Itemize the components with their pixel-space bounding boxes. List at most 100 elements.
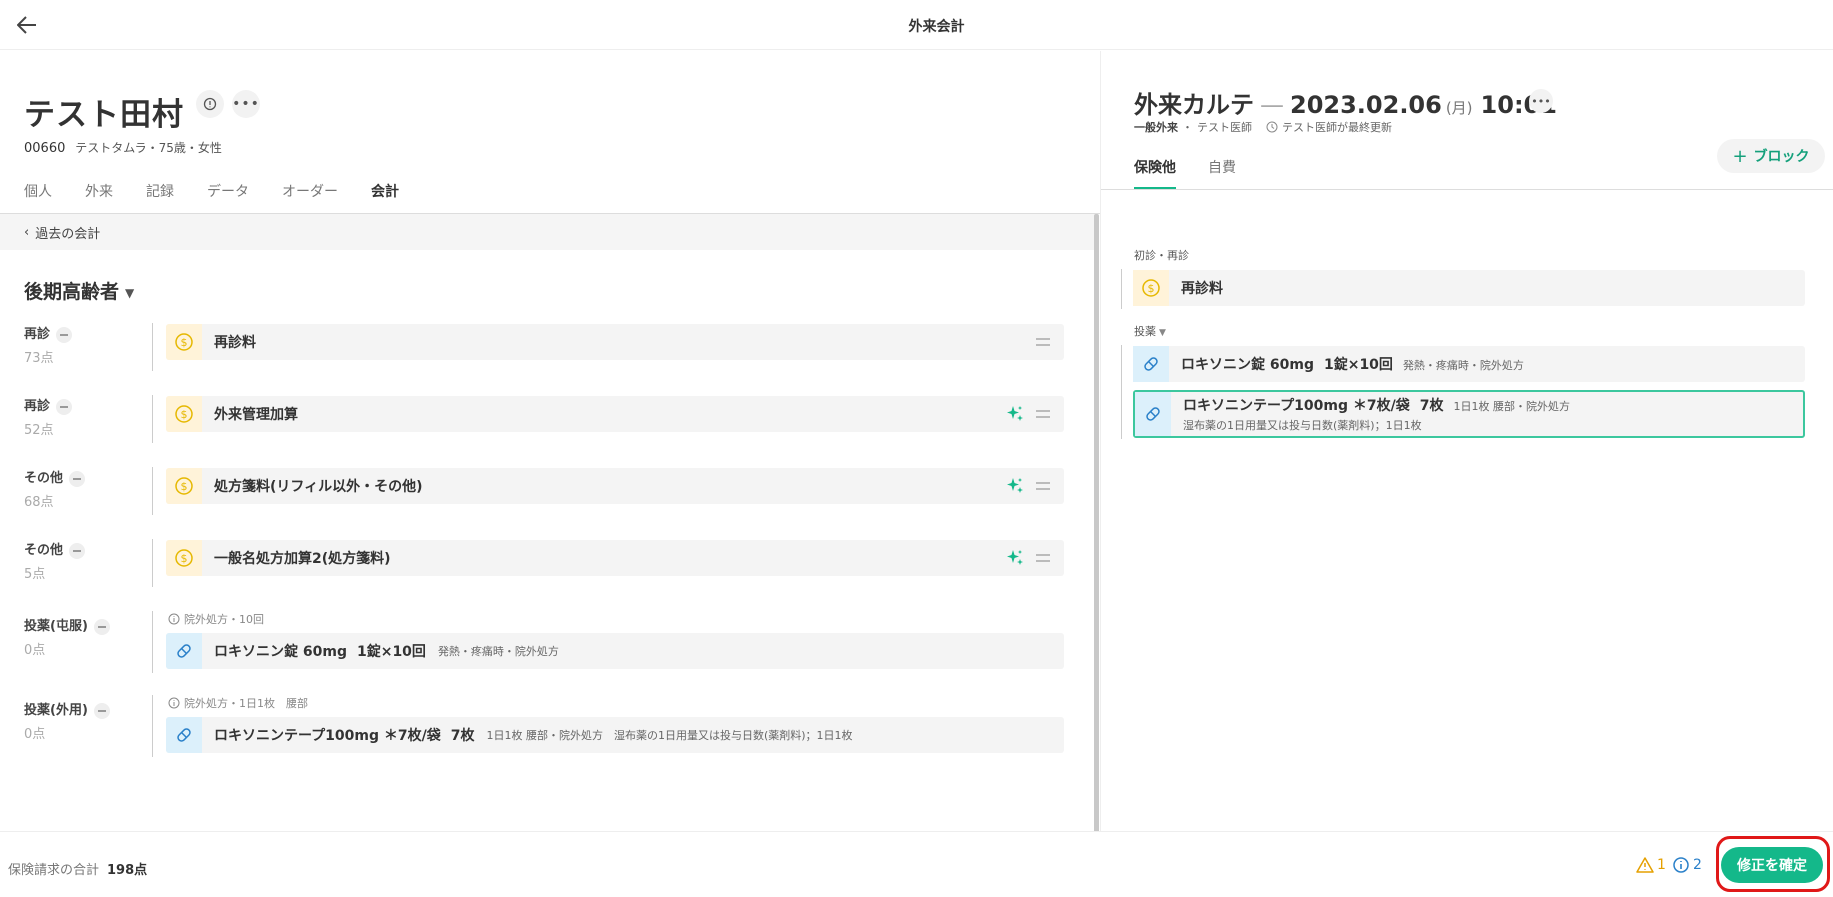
tab-orders[interactable]: オーダー — [282, 181, 338, 215]
patient-name: テスト田村 — [24, 97, 184, 133]
group-divider — [1121, 345, 1122, 439]
tab-outpatient[interactable]: 外来 — [85, 181, 113, 215]
row-divider — [152, 395, 153, 443]
insurance-total: 保険請求の合計 198点 — [8, 859, 147, 878]
billing-item[interactable]: $ 一般名処方加算2(処方箋料) — [166, 540, 1064, 576]
coin-icon: $ — [166, 324, 202, 360]
billing-row: 再診 73点 $ 再診料 — [24, 323, 1064, 373]
row-category: その他 — [24, 543, 64, 558]
coin-icon: $ — [1133, 270, 1169, 306]
karte-dash: — — [1260, 91, 1284, 119]
pill-icon — [166, 633, 202, 669]
billing-item[interactable]: $ 外来管理加算 — [166, 396, 1064, 432]
drag-handle-icon[interactable] — [1036, 338, 1050, 346]
karte-item[interactable]: $ 再診料 — [1133, 270, 1805, 306]
billing-item[interactable]: $ 処方箋料(リフィル以外・その他) — [166, 468, 1064, 504]
billing-item[interactable]: ロキソニンテープ100mg ＊7枚/袋 7枚 1日1枚 腰部・院外処方 湿布薬の… — [166, 717, 1064, 753]
order-note: 院外処方・10回 — [168, 611, 264, 627]
info-count: 2 — [1693, 857, 1702, 873]
row-category: 再診 — [24, 327, 51, 342]
warning-indicator[interactable]: 1 — [1636, 857, 1666, 873]
billing-row: その他 68点 $ 処方箋料(リフィル以外・その他) — [24, 467, 1064, 517]
billing-item[interactable]: ロキソニン錠 60mg 1錠×10回 発熱・疼痛時・院外処方 — [166, 633, 1064, 669]
svg-text:$: $ — [181, 336, 188, 349]
tab-records[interactable]: 記録 — [146, 181, 174, 215]
row-divider — [152, 539, 153, 587]
billing-row: 再診 52点 $ 外来管理加算 — [24, 395, 1064, 445]
page-title: 外来会計 — [908, 19, 965, 35]
drag-handle-icon[interactable] — [1036, 554, 1050, 562]
more-dots-icon: ••• — [1531, 94, 1551, 108]
add-block-button[interactable]: + ブロック — [1717, 139, 1825, 173]
patient-more-button[interactable]: ••• — [232, 90, 260, 118]
sparkle-icon[interactable] — [1006, 549, 1024, 567]
sparkle-icon[interactable] — [1006, 477, 1024, 495]
billing-item-label: 処方箋料(リフィル以外・その他) — [214, 479, 423, 495]
past-accounting-link[interactable]: ‹ 過去の会計 — [0, 214, 1097, 250]
billing-item-dose: 7枚 — [450, 728, 475, 744]
order-note-text: 院外処方・10回 — [184, 613, 264, 626]
patient-alert-button[interactable] — [196, 90, 224, 118]
patient-id: 00660 — [24, 141, 66, 156]
karte-item-dose: 1錠×10回 — [1323, 357, 1393, 373]
karte-item[interactable]: ロキソニン錠 60mg 1錠×10回 発熱・疼痛時・院外処方 — [1133, 346, 1805, 382]
more-dots-icon: ••• — [232, 96, 260, 112]
info-icon — [168, 613, 180, 625]
tab-insurance[interactable]: 保険他 — [1134, 157, 1176, 189]
pill-icon — [1133, 346, 1169, 382]
remove-icon[interactable] — [56, 398, 73, 415]
billing-row: その他 5点 $ 一般名処方加算2(処方箋料) — [24, 539, 1064, 589]
svg-text:$: $ — [1148, 282, 1155, 295]
remove-icon[interactable] — [56, 326, 73, 343]
order-note: 院外処方・1日1枚 腰部 — [168, 695, 308, 711]
billing-item[interactable]: $ 再診料 — [166, 324, 1064, 360]
info-indicator[interactable]: 2 — [1673, 857, 1702, 873]
karte-updated-by: テスト医師 — [1282, 121, 1337, 134]
remove-icon[interactable] — [69, 542, 86, 559]
patient-details: テストタムラ・75歳・女性 — [75, 141, 222, 155]
remove-icon[interactable] — [69, 470, 86, 487]
tab-accounting[interactable]: 会計 — [371, 181, 399, 215]
row-divider — [152, 611, 153, 673]
remove-icon[interactable] — [93, 702, 110, 719]
scrollbar[interactable] — [1094, 214, 1099, 831]
plus-icon: + — [1732, 145, 1748, 167]
drag-handle-icon[interactable] — [1036, 482, 1050, 490]
group-label-first-visit: 初診・再診 — [1134, 249, 1189, 262]
row-divider — [152, 467, 153, 515]
karte-doctor: テスト医師 — [1197, 121, 1252, 134]
patient-info: 00660 テストタムラ・75歳・女性 — [24, 139, 222, 156]
row-points: 0点 — [24, 643, 46, 658]
top-bar: 外来会計 — [0, 0, 1833, 50]
coin-icon: $ — [166, 396, 202, 432]
confirm-changes-button[interactable]: 修正を確定 — [1721, 847, 1823, 883]
tab-self-pay[interactable]: 自費 — [1208, 157, 1236, 189]
svg-text:$: $ — [181, 480, 188, 493]
karte-more-button[interactable]: ••• — [1529, 89, 1553, 113]
group-label-medication[interactable]: 投薬 ▼ — [1134, 323, 1166, 339]
karte-meta: 一般外来・テスト医師 テスト医師 が最終更新 — [1134, 121, 1392, 134]
alert-bubble-icon — [203, 97, 217, 111]
row-divider — [152, 695, 153, 757]
remove-icon[interactable] — [93, 618, 110, 635]
back-arrow-icon[interactable] — [14, 12, 40, 38]
billing-item-label: ロキソニン錠 60mg — [214, 644, 347, 660]
billing-item-dose: 1錠×10回 — [356, 644, 426, 660]
karte-item-label: ロキソニン錠 60mg — [1181, 357, 1314, 373]
karte-tabs: 保険他 自費 — [1134, 157, 1268, 189]
karte-date: 2023.02.06 — [1290, 91, 1442, 119]
row-points: 68点 — [24, 495, 54, 510]
tab-data[interactable]: データ — [207, 181, 249, 215]
insurance-total-label: 保険請求の合計 — [8, 863, 100, 878]
pill-icon — [1135, 392, 1171, 436]
sparkle-icon[interactable] — [1006, 405, 1024, 423]
drag-handle-icon[interactable] — [1036, 410, 1050, 418]
tab-personal[interactable]: 個人 — [24, 181, 52, 215]
karte-item-dose: 7枚 — [1419, 398, 1444, 414]
group-label-medication-text: 投薬 — [1134, 325, 1156, 338]
karte-item-detail: 1日1枚 腰部・院外処方 — [1453, 400, 1570, 413]
karte-item-selected[interactable]: ロキソニンテープ100mg ＊7枚/袋 7枚 1日1枚 腰部・院外処方 湿布薬の… — [1133, 390, 1805, 438]
insurance-selector[interactable]: 後期高齢者 ▼ — [24, 277, 134, 304]
billing-item-label: 外来管理加算 — [214, 407, 298, 423]
insurance-label: 後期高齢者 — [24, 281, 120, 303]
